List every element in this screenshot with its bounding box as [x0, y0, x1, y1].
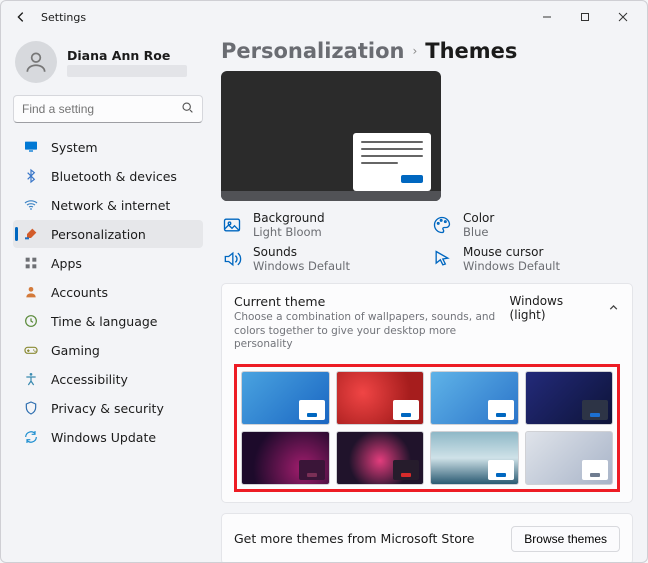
- nav-item-windows-update[interactable]: Windows Update: [13, 423, 203, 451]
- nav-label: Apps: [51, 256, 82, 271]
- palette-icon: [431, 214, 453, 236]
- bluetooth-icon: [23, 168, 39, 184]
- theme-tile[interactable]: [525, 371, 614, 425]
- breadcrumb-parent[interactable]: Personalization: [221, 39, 404, 63]
- minimize-button[interactable]: [529, 3, 565, 31]
- search-icon: [181, 101, 194, 117]
- nav-list: System Bluetooth & devices Network & inter…: [13, 133, 203, 451]
- theme-preview: [221, 71, 441, 201]
- theme-tile[interactable]: [430, 431, 519, 485]
- account-email-placeholder: [67, 65, 187, 77]
- nav-item-gaming[interactable]: Gaming: [13, 336, 203, 364]
- settings-window: Settings Diana Ann Roe SystemBlueto: [0, 0, 648, 563]
- gamepad-icon: [23, 342, 39, 358]
- clock-icon: [23, 313, 39, 329]
- image-icon: [221, 214, 243, 236]
- update-icon: [23, 429, 39, 445]
- nav-label: Accounts: [51, 285, 108, 300]
- theme-tile[interactable]: [241, 371, 330, 425]
- cursor-icon: [431, 248, 453, 270]
- nav-label: Time & language: [51, 314, 157, 329]
- breadcrumb: Personalization › Themes: [221, 39, 633, 63]
- grid-icon: [23, 255, 39, 271]
- search-input[interactable]: [22, 102, 181, 116]
- store-card: Get more themes from Microsoft Store Bro…: [221, 513, 633, 562]
- nav-item-accessibility[interactable]: Accessibility: [13, 365, 203, 393]
- nav-item-accounts[interactable]: Accounts: [13, 278, 203, 306]
- titlebar: Settings: [1, 1, 647, 33]
- nav-label: Privacy & security: [51, 401, 164, 416]
- nav-label: Gaming: [51, 343, 100, 358]
- nav-item-time-language[interactable]: Time & language: [13, 307, 203, 335]
- setting-sounds[interactable]: SoundsWindows Default: [221, 245, 401, 273]
- nav-label: Network & internet: [51, 198, 170, 213]
- theme-tile[interactable]: [336, 431, 425, 485]
- window-controls: [529, 3, 641, 31]
- speaker-icon: [221, 248, 243, 270]
- store-label: Get more themes from Microsoft Store: [234, 531, 474, 546]
- nav-label: Personalization: [51, 227, 146, 242]
- nav-item-system[interactable]: System: [13, 133, 203, 161]
- current-theme-title: Current theme: [234, 294, 498, 309]
- nav-label: Accessibility: [51, 372, 128, 387]
- wifi-icon: [23, 197, 39, 213]
- nav-item-privacy-security[interactable]: Privacy & security: [13, 394, 203, 422]
- nav-label: System: [51, 140, 98, 155]
- nav-label: Windows Update: [51, 430, 156, 445]
- nav-item-apps[interactable]: Apps: [13, 249, 203, 277]
- theme-tile[interactable]: [430, 371, 519, 425]
- main-content: Personalization › Themes BackgroundLight…: [211, 33, 647, 562]
- chevron-up-icon: [607, 301, 620, 315]
- theme-tile[interactable]: [336, 371, 425, 425]
- nav-label: Bluetooth & devices: [51, 169, 177, 184]
- brush-icon: [23, 226, 39, 242]
- setting-cursor[interactable]: Mouse cursorWindows Default: [431, 245, 611, 273]
- theme-tile[interactable]: [241, 431, 330, 485]
- account-block[interactable]: Diana Ann Roe: [13, 37, 203, 95]
- setting-color[interactable]: ColorBlue: [431, 211, 611, 239]
- window-title: Settings: [41, 11, 86, 24]
- theme-tile[interactable]: [525, 431, 614, 485]
- setting-background[interactable]: BackgroundLight Bloom: [221, 211, 401, 239]
- maximize-button[interactable]: [567, 3, 603, 31]
- sidebar: Diana Ann Roe System Bluetooth & devices N…: [1, 33, 211, 562]
- shield-icon: [23, 400, 39, 416]
- monitor-icon: [23, 139, 39, 155]
- search-box[interactable]: [13, 95, 203, 123]
- themes-highlight-box: [234, 364, 620, 492]
- back-button[interactable]: [7, 3, 35, 31]
- current-theme-desc: Choose a combination of wallpapers, soun…: [234, 311, 498, 352]
- close-button[interactable]: [605, 3, 641, 31]
- accessibility-icon: [23, 371, 39, 387]
- account-name: Diana Ann Roe: [67, 48, 187, 63]
- page-title: Themes: [425, 39, 517, 63]
- nav-item-network-internet[interactable]: Network & internet: [13, 191, 203, 219]
- avatar: [15, 41, 57, 83]
- nav-item-personalization[interactable]: Personalization: [13, 220, 203, 248]
- current-theme-card: Current theme Choose a combination of wa…: [221, 283, 633, 503]
- themes-grid: [241, 371, 613, 485]
- person-icon: [23, 284, 39, 300]
- nav-item-bluetooth-devices[interactable]: Bluetooth & devices: [13, 162, 203, 190]
- chevron-right-icon: ›: [412, 44, 417, 58]
- current-theme-header[interactable]: Current theme Choose a combination of wa…: [222, 284, 632, 362]
- browse-themes-button[interactable]: Browse themes: [511, 526, 620, 552]
- current-theme-selected: Windows (light): [510, 294, 597, 322]
